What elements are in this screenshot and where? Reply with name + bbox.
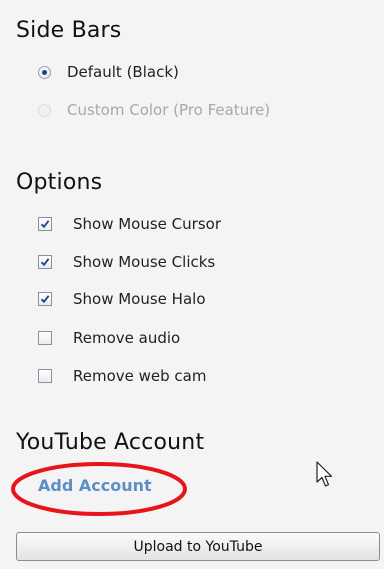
option-show-mouse-halo[interactable]: Show Mouse Halo	[38, 287, 206, 311]
youtube-account-heading: YouTube Account	[16, 430, 205, 455]
red-ellipse-annotation	[11, 462, 187, 516]
option-label: Remove audio	[73, 329, 181, 347]
checkbox-show-mouse-clicks[interactable]	[38, 255, 52, 269]
radio-default-black[interactable]: Default (Black)	[38, 60, 179, 84]
option-remove-web-cam[interactable]: Remove web cam	[38, 364, 206, 388]
side-bars-heading: Side Bars	[16, 18, 122, 43]
radio-label-default: Default (Black)	[67, 63, 179, 81]
option-label: Show Mouse Clicks	[73, 253, 216, 271]
option-show-mouse-clicks[interactable]: Show Mouse Clicks	[38, 250, 215, 274]
radio-label-custom: Custom Color (Pro Feature)	[67, 101, 271, 119]
mouse-pointer-icon	[316, 461, 333, 487]
checkmark-icon	[40, 258, 50, 267]
option-show-mouse-cursor[interactable]: Show Mouse Cursor	[38, 212, 221, 236]
radio-custom-color: Custom Color (Pro Feature)	[38, 98, 270, 122]
options-heading: Options	[16, 170, 103, 195]
option-label: Show Mouse Halo	[73, 290, 206, 308]
radio-button-disabled	[38, 103, 51, 117]
settings-panel: Side Bars Default (Black) Custom Color (…	[0, 0, 384, 569]
upload-button-label: Upload to YouTube	[133, 538, 263, 555]
checkbox-remove-web-cam[interactable]	[38, 369, 52, 383]
checkbox-show-mouse-halo[interactable]	[38, 292, 52, 306]
radio-button-checked[interactable]	[38, 65, 51, 79]
option-remove-audio[interactable]: Remove audio	[38, 326, 180, 350]
checkmark-icon	[40, 220, 50, 229]
checkbox-remove-audio[interactable]	[38, 331, 52, 345]
option-label: Remove web cam	[73, 367, 207, 385]
upload-to-youtube-button[interactable]: Upload to YouTube	[16, 532, 380, 561]
option-label: Show Mouse Cursor	[73, 215, 221, 233]
checkmark-icon	[40, 295, 50, 304]
checkbox-show-mouse-cursor[interactable]	[38, 217, 52, 231]
